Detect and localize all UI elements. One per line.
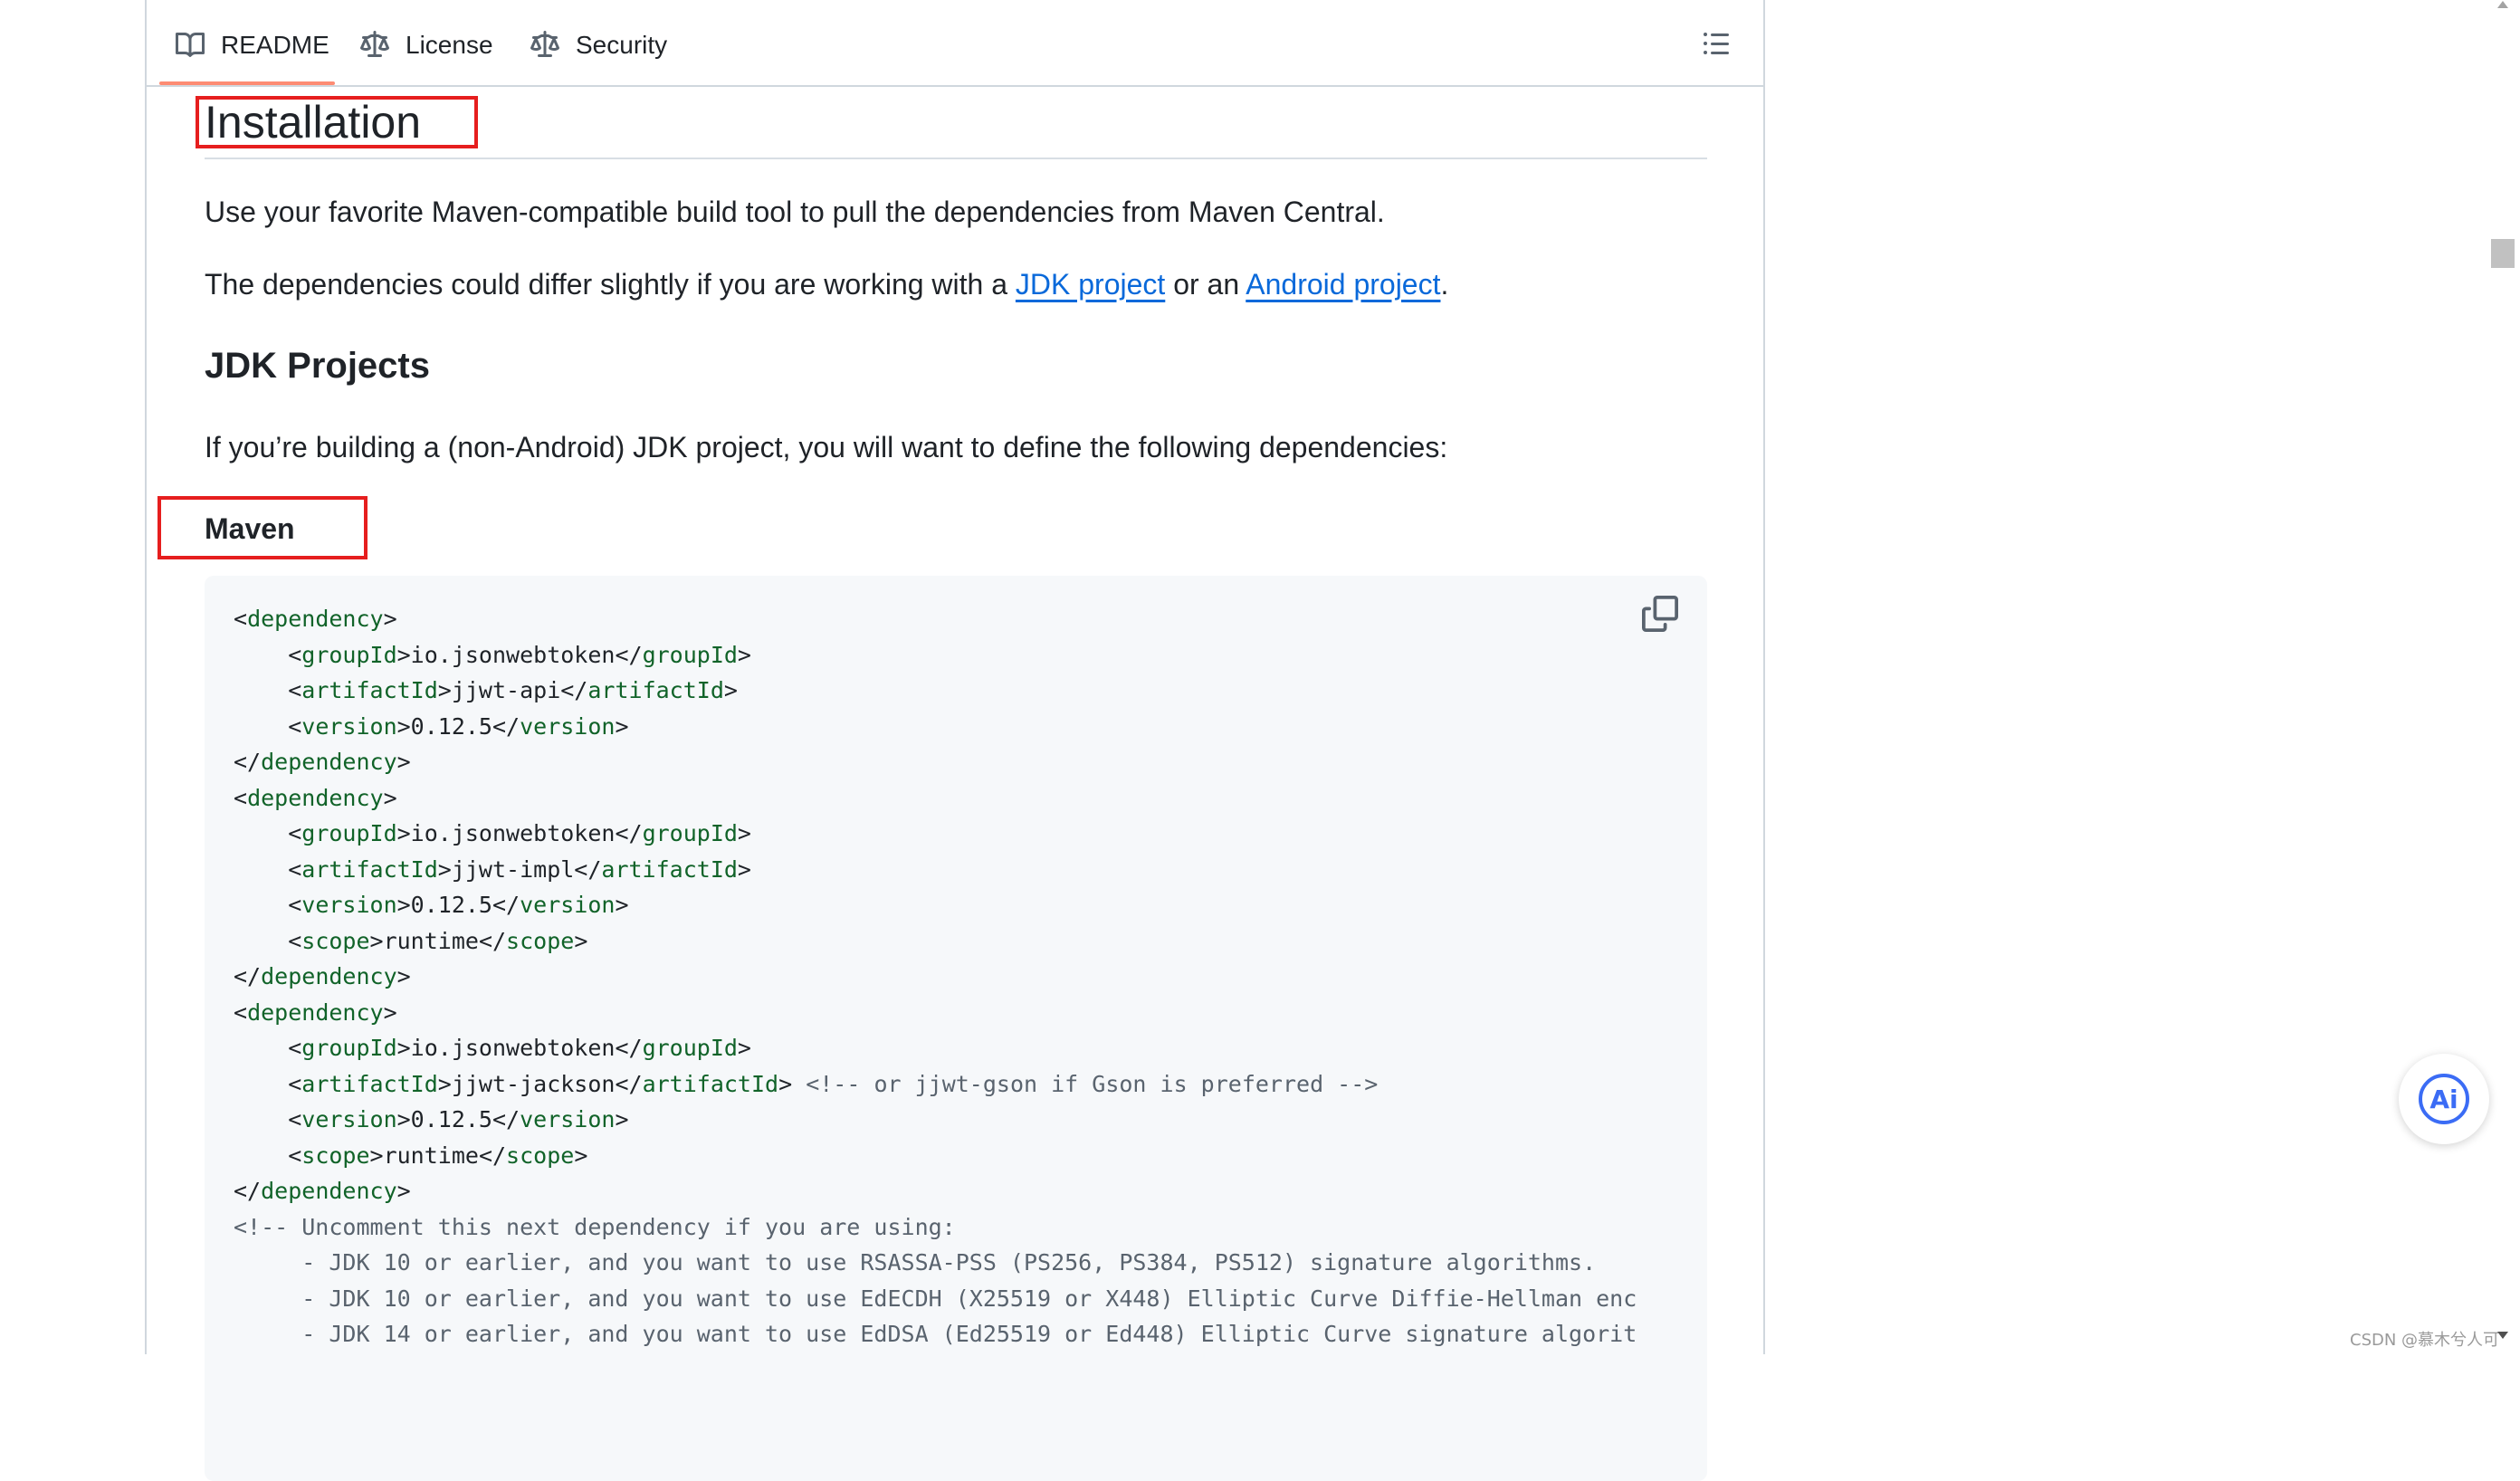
ai-assistant-button[interactable]: Ai — [2399, 1054, 2489, 1144]
tab-readme-label: README — [221, 31, 329, 59]
book-icon — [176, 32, 205, 57]
code-line: <scope>runtime</scope> — [234, 1142, 588, 1169]
tab-license[interactable]: License — [360, 27, 493, 63]
differ-text-mid: or an — [1165, 268, 1246, 301]
code-line: <groupId>io.jsonwebtoken</groupId> — [234, 641, 751, 668]
intro-paragraph: Use your favorite Maven-compatible build… — [205, 196, 1385, 228]
copy-icon[interactable] — [1642, 596, 1678, 632]
code-line: <artifactId>jjwt-jackson</artifactId> <!… — [234, 1070, 1379, 1097]
readme-tabs: README License Security — [147, 0, 1763, 87]
code-line: <scope>runtime</scope> — [234, 927, 588, 954]
annotation-box-maven — [158, 496, 368, 559]
tab-license-label: License — [406, 31, 493, 59]
code-line: <version>0.12.5</version> — [234, 892, 629, 918]
code-line: <dependency> — [234, 784, 397, 811]
scrollbar-thumb[interactable] — [2491, 239, 2515, 268]
code-line: <groupId>io.jsonwebtoken</groupId> — [234, 820, 751, 846]
readme-panel: README License Security Installation Use… — [145, 0, 1765, 1481]
code-line: <!-- Uncomment this next dependency if y… — [234, 1213, 956, 1240]
differ-text-suffix: . — [1440, 268, 1449, 301]
code-line: <groupId>io.jsonwebtoken</groupId> — [234, 1035, 751, 1061]
law-icon — [360, 31, 389, 57]
code-content: <dependency> <groupId>io.jsonwebtoken</g… — [234, 601, 1637, 1352]
tab-security[interactable]: Security — [530, 27, 667, 63]
code-line: <artifactId>jjwt-api</artifactId> — [234, 677, 738, 703]
code-line: <version>0.12.5</version> — [234, 1106, 629, 1132]
code-line: - JDK 10 or earlier, and you want to use… — [234, 1285, 1637, 1312]
jdk-project-link[interactable]: JDK project — [1016, 268, 1165, 301]
code-line: - JDK 10 or earlier, and you want to use… — [234, 1249, 1597, 1276]
maven-code-block: <dependency> <groupId>io.jsonwebtoken</g… — [205, 576, 1707, 1481]
jdk-description-paragraph: If you’re building a (non-Android) JDK p… — [205, 431, 1448, 463]
heading-divider — [205, 158, 1707, 159]
tab-readme[interactable]: README — [176, 27, 329, 63]
watermark: CSDN @慕木兮人可 — [2350, 1331, 2500, 1350]
ai-assistant-icon: Ai — [2419, 1074, 2469, 1124]
code-line: <artifactId>jjwt-impl</artifactId> — [234, 855, 751, 883]
tab-security-label: Security — [576, 31, 668, 59]
code-line: </dependency> — [234, 749, 411, 775]
law-icon — [530, 31, 559, 57]
code-line: - JDK 14 or earlier, and you want to use… — [234, 1321, 1637, 1347]
differ-text-prefix: The dependencies could differ slightly i… — [205, 268, 1016, 301]
code-line: <dependency> — [234, 606, 397, 632]
code-line: </dependency> — [234, 963, 411, 989]
list-icon[interactable] — [1702, 29, 1731, 58]
code-line: <dependency> — [234, 998, 397, 1026]
dependencies-differ-paragraph: The dependencies could differ slightly i… — [205, 264, 1448, 304]
active-tab-underline — [159, 81, 335, 85]
code-line: <version>0.12.5</version> — [234, 712, 629, 740]
annotation-box-installation — [196, 96, 478, 148]
code-line: </dependency> — [234, 1178, 411, 1204]
heading-jdk-projects: JDK Projects — [205, 346, 430, 386]
scroll-up-arrow-icon[interactable] — [2496, 0, 2509, 9]
android-project-link[interactable]: Android project — [1246, 268, 1440, 301]
